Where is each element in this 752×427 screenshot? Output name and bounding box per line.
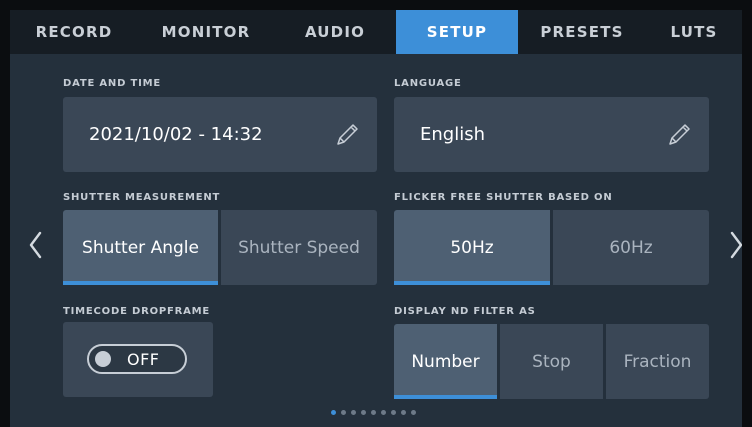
tab-record[interactable]: RECORD bbox=[10, 10, 138, 54]
tab-audio[interactable]: AUDIO bbox=[274, 10, 396, 54]
date-time-label: DATE AND TIME bbox=[63, 78, 162, 89]
tab-presets[interactable]: PRESETS bbox=[518, 10, 646, 54]
language-field[interactable]: English bbox=[394, 97, 709, 172]
nd-stop-label: Stop bbox=[532, 351, 571, 372]
pencil-icon[interactable] bbox=[665, 121, 693, 149]
tab-monitor[interactable]: MONITOR bbox=[138, 10, 274, 54]
flicker-60hz-label: 60Hz bbox=[609, 237, 653, 258]
date-time-field[interactable]: 2021/10/02 - 14:32 bbox=[63, 97, 377, 172]
page-dot[interactable] bbox=[411, 410, 416, 415]
shutter-angle-option[interactable]: Shutter Angle bbox=[63, 210, 218, 285]
language-value: English bbox=[420, 124, 485, 145]
date-time-value: 2021/10/02 - 14:32 bbox=[89, 124, 263, 145]
page-dot[interactable] bbox=[381, 410, 386, 415]
flicker-50hz-label: 50Hz bbox=[450, 237, 494, 258]
shutter-measurement-label: SHUTTER MEASUREMENT bbox=[63, 192, 221, 203]
pagination-dots bbox=[331, 410, 416, 418]
page-dot[interactable] bbox=[331, 410, 336, 415]
flicker-60hz-option[interactable]: 60Hz bbox=[553, 210, 709, 285]
nd-filter-label: DISPLAY ND FILTER AS bbox=[394, 306, 536, 317]
setup-screen: RECORD MONITOR AUDIO SETUP PRESETS LUTS … bbox=[10, 10, 742, 427]
shutter-speed-option[interactable]: Shutter Speed bbox=[221, 210, 377, 285]
nd-number-label: Number bbox=[411, 351, 480, 372]
toggle-knob bbox=[95, 351, 111, 367]
page-dot[interactable] bbox=[391, 410, 396, 415]
shutter-angle-label: Shutter Angle bbox=[82, 237, 199, 258]
page-dot[interactable] bbox=[361, 410, 366, 415]
shutter-speed-label: Shutter Speed bbox=[238, 237, 360, 258]
flicker-free-label: FLICKER FREE SHUTTER BASED ON bbox=[394, 192, 613, 203]
nd-fraction-label: Fraction bbox=[623, 351, 692, 372]
timecode-dropframe-field: OFF bbox=[63, 322, 213, 397]
tab-bar: RECORD MONITOR AUDIO SETUP PRESETS LUTS bbox=[10, 10, 742, 54]
selected-indicator bbox=[63, 281, 218, 285]
page-dot[interactable] bbox=[371, 410, 376, 415]
timecode-dropframe-label: TIMECODE DROPFRAME bbox=[63, 306, 211, 317]
nd-stop-option[interactable]: Stop bbox=[500, 324, 603, 399]
page-dot[interactable] bbox=[351, 410, 356, 415]
page-dot[interactable] bbox=[401, 410, 406, 415]
selected-indicator bbox=[394, 281, 550, 285]
page-dot[interactable] bbox=[341, 410, 346, 415]
timecode-dropframe-toggle[interactable]: OFF bbox=[87, 344, 187, 374]
toggle-state: OFF bbox=[127, 349, 160, 369]
pencil-icon[interactable] bbox=[333, 121, 361, 149]
chevron-left-icon[interactable] bbox=[26, 230, 46, 260]
chevron-right-icon[interactable] bbox=[726, 230, 742, 260]
selected-indicator bbox=[394, 395, 497, 399]
tab-luts[interactable]: LUTS bbox=[646, 10, 742, 54]
flicker-50hz-option[interactable]: 50Hz bbox=[394, 210, 550, 285]
tab-setup[interactable]: SETUP bbox=[396, 10, 518, 54]
language-label: LANGUAGE bbox=[394, 78, 462, 89]
nd-number-option[interactable]: Number bbox=[394, 324, 497, 399]
nd-fraction-option[interactable]: Fraction bbox=[606, 324, 709, 399]
